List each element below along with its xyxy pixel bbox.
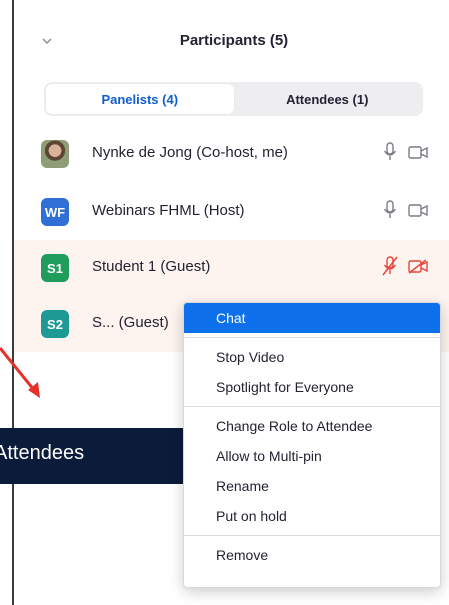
microphone-icon[interactable] bbox=[382, 199, 398, 221]
microphone-icon[interactable] bbox=[382, 141, 398, 163]
red-arrow-annotation bbox=[0, 347, 40, 398]
video-camera-icon[interactable] bbox=[408, 145, 428, 160]
participant-row[interactable]: S1 Student 1 (Guest) bbox=[14, 240, 449, 296]
menu-separator bbox=[184, 535, 440, 536]
participant-row[interactable]: WF Webinars FHML (Host) bbox=[14, 184, 449, 240]
participant-row[interactable]: Nynke de Jong (Co-host, me) bbox=[14, 126, 449, 182]
participant-tabs: Panelists (4) Attendees (1) bbox=[44, 82, 423, 116]
attendees-callout: Attendees bbox=[0, 428, 188, 484]
menu-item-spotlight-for-everyone[interactable]: Spotlight for Everyone bbox=[184, 372, 440, 402]
participant-context-menu: Chat Stop Video Spotlight for Everyone C… bbox=[183, 302, 441, 588]
participant-name: Nynke de Jong (Co-host, me) bbox=[92, 144, 288, 161]
menu-item-stop-video[interactable]: Stop Video bbox=[184, 342, 440, 372]
video-off-icon[interactable] bbox=[408, 259, 428, 274]
avatar: WF bbox=[41, 198, 69, 226]
avatar: S1 bbox=[41, 254, 69, 282]
tab-panelists[interactable]: Panelists (4) bbox=[46, 84, 234, 114]
menu-separator bbox=[184, 337, 440, 338]
menu-item-change-role-to-attendee[interactable]: Change Role to Attendee bbox=[184, 411, 440, 441]
chevron-down-icon[interactable] bbox=[40, 36, 54, 46]
menu-item-remove[interactable]: Remove bbox=[184, 540, 440, 570]
participant-name: Student 1 (Guest) bbox=[92, 258, 211, 275]
callout-text: Attendees bbox=[0, 442, 85, 464]
panel-header: Participants (5) bbox=[14, 18, 449, 68]
menu-item-allow-to-multi-pin[interactable]: Allow to Multi-pin bbox=[184, 441, 440, 471]
participant-name: Webinars FHML (Host) bbox=[92, 202, 245, 219]
menu-item-rename[interactable]: Rename bbox=[184, 471, 440, 501]
menu-separator bbox=[184, 406, 440, 407]
avatar: S2 bbox=[41, 310, 69, 338]
participants-panel-screenshot: Participants (5) Panelists (4) Attendees… bbox=[0, 0, 449, 605]
tab-attendees[interactable]: Attendees (1) bbox=[234, 84, 422, 114]
panel-title: Participants (5) bbox=[179, 32, 289, 49]
participant-name: S... (Guest) bbox=[92, 314, 169, 331]
video-camera-icon[interactable] bbox=[408, 203, 428, 218]
menu-item-put-on-hold[interactable]: Put on hold bbox=[184, 501, 440, 531]
menu-item-chat[interactable]: Chat bbox=[184, 303, 440, 333]
avatar bbox=[41, 140, 69, 168]
microphone-muted-icon[interactable] bbox=[382, 255, 398, 277]
